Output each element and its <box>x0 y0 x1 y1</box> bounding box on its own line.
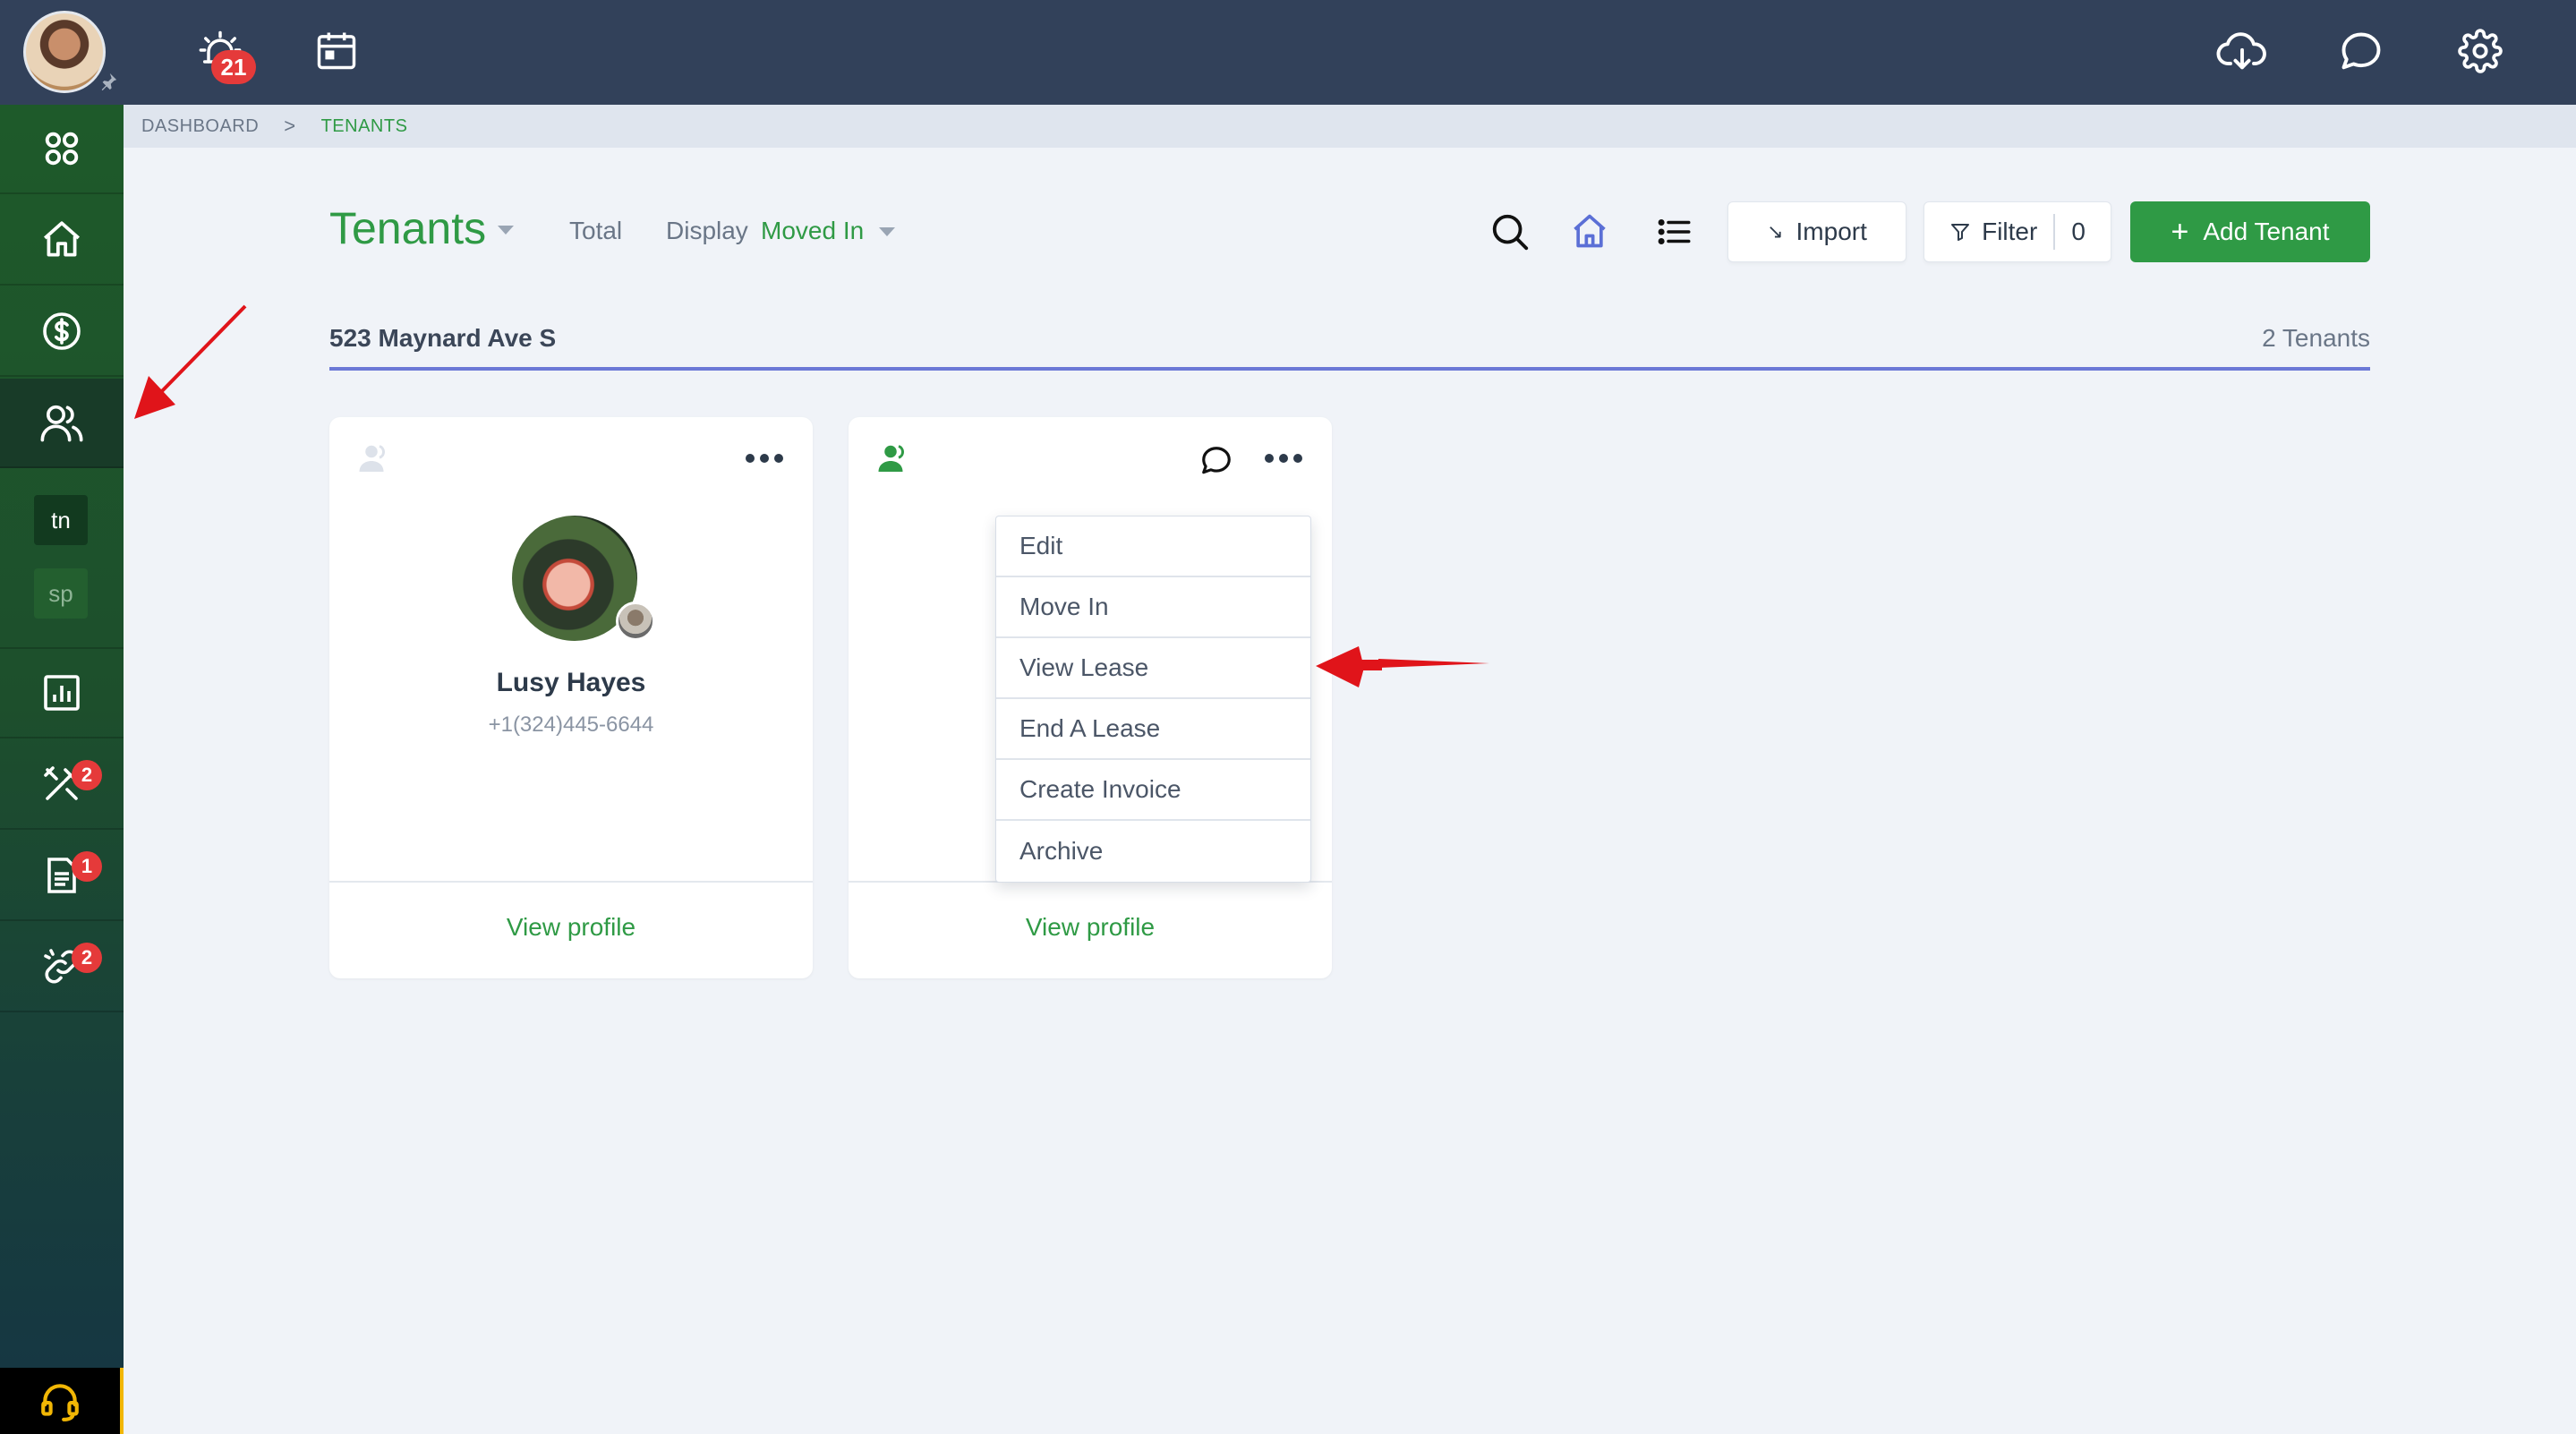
sidebar-item-tenants[interactable] <box>0 379 124 468</box>
chat-icon <box>2341 32 2381 70</box>
sidebar-item-home[interactable] <box>0 196 124 286</box>
alarm-button[interactable]: 21 <box>197 27 256 84</box>
view-profile-link[interactable]: View profile <box>329 913 813 942</box>
top-bar: 21 <box>0 0 2576 105</box>
search-icon <box>1492 214 1529 251</box>
list-view-button[interactable] <box>1656 213 1693 251</box>
tenant-phone: +1(324)445-6644 <box>488 713 654 737</box>
links-badge: 2 <box>72 943 102 973</box>
menu-annotation-arrow <box>1316 646 1489 687</box>
calendar-button[interactable] <box>313 27 360 73</box>
calendar-icon <box>317 32 356 70</box>
chart-icon <box>44 675 80 711</box>
tenant-name: Lusy Hayes <box>496 668 646 697</box>
documents-badge: 1 <box>72 851 102 882</box>
settings-button[interactable] <box>2458 29 2503 73</box>
notification-count-badge: 21 <box>211 50 256 84</box>
sidebar-item-links[interactable]: 2 <box>0 923 124 1012</box>
home-icon <box>44 221 80 257</box>
breadcrumb: DASHBOARD > TENANTS <box>124 105 2576 148</box>
breadcrumb-tenants: TENANTS <box>320 115 408 136</box>
import-arrow-icon: ↘ <box>1767 220 1784 243</box>
person-icon <box>878 445 905 472</box>
support-button[interactable] <box>0 1368 120 1434</box>
display-select[interactable]: Moved In <box>761 217 864 245</box>
menu-caret <box>1260 501 1289 516</box>
chat-icon[interactable] <box>1199 444 1233 478</box>
more-options-icon[interactable] <box>1264 453 1303 464</box>
import-button[interactable]: ↘ Import <box>1727 201 1906 262</box>
breadcrumb-dashboard[interactable]: DASHBOARD <box>141 116 259 137</box>
sidebar-item-reports[interactable] <box>0 649 124 738</box>
pin-icon <box>101 73 117 91</box>
sidebar-tag-tn[interactable]: tn <box>34 495 88 545</box>
home-outline-icon <box>1574 214 1606 248</box>
user-avatar[interactable] <box>23 11 117 93</box>
menu-item-move-in[interactable]: Move In <box>996 577 1310 638</box>
total-label: Total <box>569 217 623 244</box>
menu-item-view-lease[interactable]: View Lease <box>996 638 1310 699</box>
tenant-count: 2 Tenants <box>2262 324 2370 352</box>
menu-item-create-invoice[interactable]: Create Invoice <box>996 760 1310 821</box>
tenant-options-menu: Edit Move In View Lease End A Lease Crea… <box>995 516 1311 883</box>
card-divider <box>329 881 813 883</box>
support-accent-bar <box>120 1368 124 1434</box>
title-caret-icon[interactable] <box>498 226 514 235</box>
cloud-download-icon <box>2216 32 2266 70</box>
tenant-mini-avatar <box>616 602 655 641</box>
list-icon <box>1658 219 1691 244</box>
sidebar-item-maintenance[interactable]: 2 <box>0 740 124 830</box>
search-button[interactable] <box>1489 211 1531 252</box>
sidebar-item-payments[interactable] <box>0 287 124 377</box>
sidebar-item-documents[interactable]: 1 <box>0 832 124 921</box>
filter-divider <box>2053 214 2056 250</box>
display-label: Display <box>666 217 748 244</box>
view-profile-link[interactable]: View profile <box>849 913 1332 942</box>
maintenance-badge: 2 <box>72 760 102 790</box>
grid-icon <box>45 132 79 166</box>
import-label: Import <box>1796 218 1867 245</box>
filter-icon <box>1951 224 1970 241</box>
page-title[interactable]: Tenants <box>329 202 486 254</box>
sidebar: tn sp 2 1 2 <box>0 105 124 1434</box>
users-icon <box>40 405 83 442</box>
cloud-download-button[interactable] <box>2216 29 2268 75</box>
dollar-icon <box>43 312 81 350</box>
property-name[interactable]: 523 Maynard Ave S <box>329 324 556 353</box>
chat-button[interactable] <box>2338 29 2384 75</box>
tenant-card[interactable]: Lusy Hayes +1(324)445-6644 View profile <box>329 417 813 978</box>
sidebar-annotation-arrow <box>134 304 247 419</box>
add-tenant-button[interactable]: + Add Tenant <box>2130 201 2370 262</box>
gear-icon <box>2458 29 2503 73</box>
menu-item-end-lease[interactable]: End A Lease <box>996 699 1310 760</box>
filter-label: Filter <box>1982 218 2038 245</box>
breadcrumb-separator: > <box>284 115 296 137</box>
person-icon <box>359 445 386 472</box>
sidebar-item-apps[interactable] <box>0 105 124 194</box>
headset-icon <box>41 1384 79 1421</box>
avatar-image <box>23 11 106 93</box>
plus-icon: + <box>2171 214 2189 249</box>
filter-button[interactable]: Filter 0 <box>1923 201 2111 262</box>
menu-item-archive[interactable]: Archive <box>996 821 1310 882</box>
filter-count: 0 <box>2071 218 2086 245</box>
display-caret-icon[interactable] <box>879 227 895 236</box>
sidebar-tag-sp[interactable]: sp <box>34 568 88 619</box>
property-view-button[interactable] <box>1570 211 1609 251</box>
menu-item-edit[interactable]: Edit <box>996 516 1310 577</box>
add-tenant-label: Add Tenant <box>2203 218 2330 245</box>
property-underline <box>329 367 2370 371</box>
more-options-icon[interactable] <box>745 453 784 464</box>
